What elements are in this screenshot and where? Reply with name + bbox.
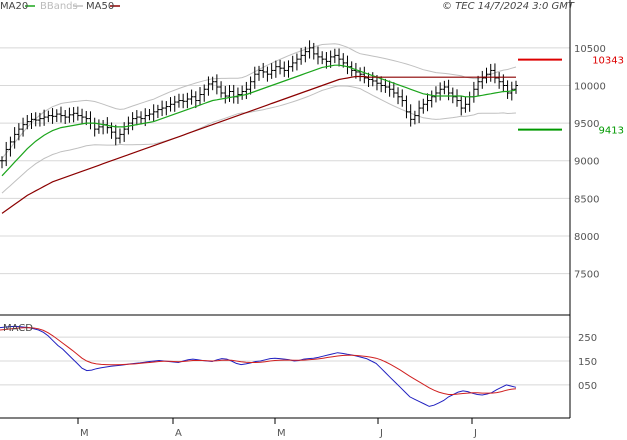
legend-ma50: MA50 bbox=[86, 1, 114, 12]
resistance-label: 10343 bbox=[592, 56, 624, 67]
legend-bbands: BBands bbox=[40, 1, 78, 12]
x-tick-label: M bbox=[80, 428, 89, 439]
price-y-tick-label: 10500 bbox=[574, 44, 606, 55]
stock-chart: 10343 9413 10500 10000 9500 9000 8500 8000 7500… bbox=[0, 0, 627, 440]
price-y-tick-label: 9000 bbox=[574, 157, 599, 168]
x-tick-label: A bbox=[175, 428, 182, 439]
macd-y-tick-label: 050 bbox=[578, 381, 597, 392]
macd-y-axis: 250 150 050 bbox=[578, 333, 597, 392]
support-label: 9413 bbox=[599, 126, 624, 137]
x-tick-label: M bbox=[277, 428, 286, 439]
legend-ma20: MA20 bbox=[0, 1, 28, 12]
x-tick-label: J bbox=[379, 428, 383, 439]
macd-title: MACD bbox=[3, 323, 33, 334]
copyright: © TEC 14/7/2024 3:0 GMT bbox=[442, 1, 575, 12]
price-y-tick-label: 10000 bbox=[574, 81, 606, 92]
price-y-tick-label: 9500 bbox=[574, 119, 599, 130]
chart-background bbox=[0, 0, 627, 440]
price-y-tick-label: 8500 bbox=[574, 194, 599, 205]
price-y-tick-label: 7500 bbox=[574, 270, 599, 281]
macd-y-tick-label: 250 bbox=[578, 333, 597, 344]
price-y-tick-label: 8000 bbox=[574, 232, 599, 243]
x-tick-label: J bbox=[473, 428, 477, 439]
macd-y-tick-label: 150 bbox=[578, 357, 597, 368]
